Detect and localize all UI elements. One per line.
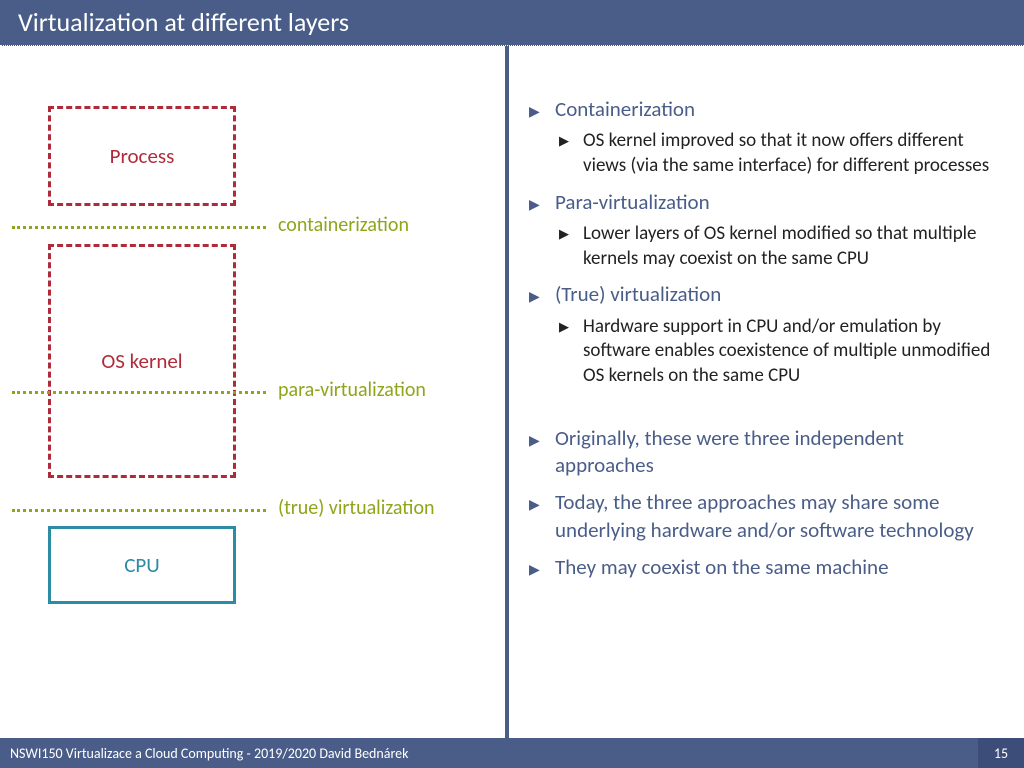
diagram-column: Process containerization OS kernel para-…	[0, 46, 505, 738]
subbullet-para: ▶ Lower layers of OS kernel modified so …	[559, 222, 1000, 271]
bullet-arrow-icon: ▶	[529, 489, 555, 544]
bullet-arrow-icon: ▶	[529, 189, 555, 216]
bullet-text: Para-virtualization	[555, 189, 1000, 216]
cpu-label: CPU	[124, 552, 160, 578]
bullet-today: ▶ Today, the three approaches may share …	[529, 489, 1000, 544]
bullet-text: Today, the three approaches may share so…	[555, 489, 1000, 544]
bullet-arrow-icon: ▶	[529, 425, 555, 480]
divider-containerization-label: containerization	[278, 213, 409, 237]
footer-bar: NSWI150 Virtualizace a Cloud Computing -…	[0, 738, 1024, 768]
bullet-originally: ▶ Originally, these were three independe…	[529, 425, 1000, 480]
bullet-arrow-icon: ▶	[559, 315, 583, 389]
slide-title: Virtualization at different layers	[18, 6, 349, 38]
bullet-text: They may coexist on the same machine	[555, 554, 1000, 581]
bullet-arrow-icon: ▶	[529, 96, 555, 123]
bullet-arrow-icon: ▶	[529, 281, 555, 308]
subbullet-containerization: ▶ OS kernel improved so that it now offe…	[559, 129, 1000, 178]
bullet-arrow-icon: ▶	[529, 554, 555, 581]
bullet-true: ▶ (True) virtualization	[529, 281, 1000, 308]
divider-true-label: (true) virtualization	[278, 496, 435, 520]
subbullet-text: Lower layers of OS kernel modified so th…	[583, 222, 1000, 271]
bullet-text: Originally, these were three independent…	[555, 425, 1000, 480]
bullet-coexist: ▶ They may coexist on the same machine	[529, 554, 1000, 581]
title-bar: Virtualization at different layers	[0, 0, 1024, 46]
subbullet-text: OS kernel improved so that it now offers…	[583, 129, 1000, 178]
bullet-text: (True) virtualization	[555, 281, 1000, 308]
os-kernel-label: OS kernel	[101, 348, 182, 374]
divider-para-label: para-virtualization	[278, 378, 426, 402]
footer-text: NSWI150 Virtualizace a Cloud Computing -…	[10, 745, 409, 762]
bullet-arrow-icon: ▶	[559, 222, 583, 271]
page-number: 15	[978, 738, 1024, 768]
os-kernel-box: OS kernel	[48, 244, 236, 478]
bullet-arrow-icon: ▶	[559, 129, 583, 178]
text-column: ▶ Containerization ▶ OS kernel improved …	[505, 46, 1024, 738]
bullet-containerization: ▶ Containerization	[529, 96, 1000, 123]
process-label: Process	[110, 143, 175, 169]
subbullet-true: ▶ Hardware support in CPU and/or emulati…	[559, 315, 1000, 389]
subbullet-text: Hardware support in CPU and/or emulation…	[583, 315, 1000, 389]
spacer	[529, 397, 1000, 415]
slide-body: Process containerization OS kernel para-…	[0, 46, 1024, 738]
slide: Virtualization at different layers Proce…	[0, 0, 1024, 768]
process-box: Process	[48, 106, 236, 206]
bullet-para: ▶ Para-virtualization	[529, 189, 1000, 216]
divider-para	[12, 391, 266, 394]
divider-containerization	[12, 226, 266, 229]
divider-true	[12, 509, 266, 512]
bullet-text: Containerization	[555, 96, 1000, 123]
cpu-box: CPU	[48, 526, 236, 604]
